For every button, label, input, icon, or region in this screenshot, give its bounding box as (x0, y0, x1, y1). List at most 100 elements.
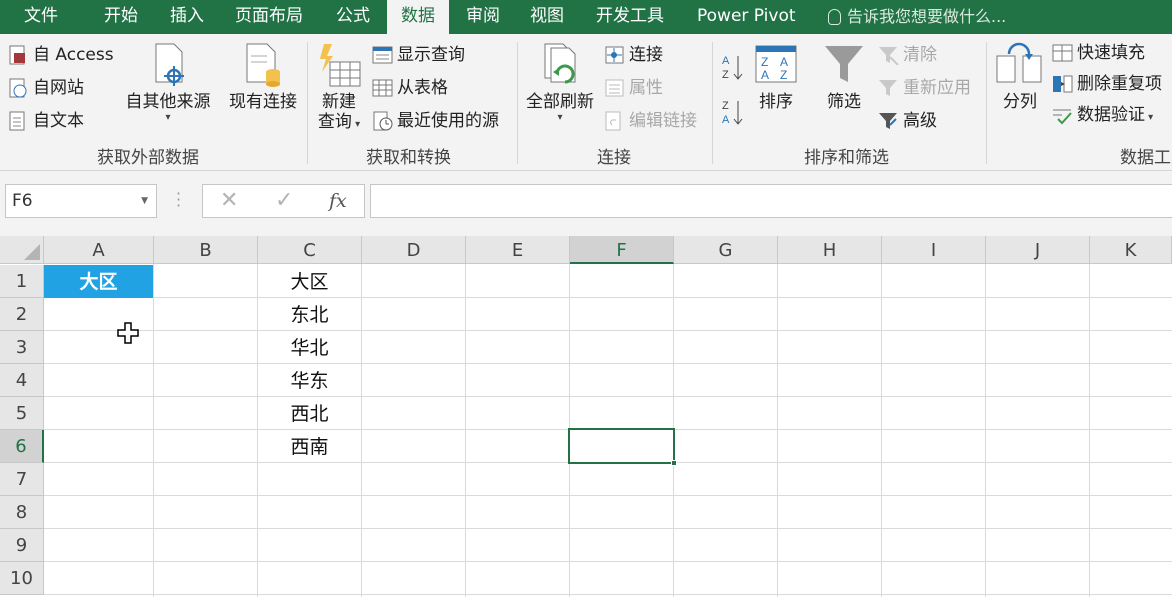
sort-az-button[interactable]: AZ (720, 52, 748, 86)
column-header-f[interactable]: F (570, 236, 674, 264)
gridline-vertical (1089, 264, 1090, 597)
fill-handle[interactable] (671, 460, 677, 466)
from-text-label: 自文本 (33, 111, 84, 131)
chevron-down-icon[interactable]: ▼ (141, 185, 148, 217)
active-cell-f6[interactable] (568, 428, 677, 466)
refresh-all-label: 全部刷新 (526, 92, 594, 112)
tab-view[interactable]: 视图 (530, 0, 564, 34)
sort-za-button[interactable]: ZA (720, 97, 748, 131)
column-header-a[interactable]: A (44, 236, 154, 264)
cross-cursor-icon (117, 322, 139, 344)
connections-label: 连接 (629, 45, 663, 65)
worksheet-grid[interactable]: ABCDEFGHIJK 1 2 3 4 5 6 7 8 9 10 大区 大区 东北 华北 华东 西… (0, 236, 1172, 597)
name-box[interactable]: F6 ▼ (5, 184, 157, 218)
row-header-7[interactable]: 7 (0, 463, 44, 496)
tab-developer[interactable]: 开发工具 (596, 0, 664, 34)
gridline-vertical (985, 264, 986, 597)
row-header-4[interactable]: 4 (0, 364, 44, 397)
row-header-5[interactable]: 5 (0, 397, 44, 430)
row-header-1[interactable]: 1 (0, 265, 44, 298)
connections-button[interactable]: 连接 (604, 45, 663, 65)
filter-button[interactable]: 筛选 (818, 42, 870, 112)
tab-insert[interactable]: 插入 (170, 0, 204, 34)
tab-page-layout[interactable]: 页面布局 (235, 0, 303, 34)
cell-c6[interactable]: 西南 (258, 430, 361, 463)
group-divider (307, 42, 308, 164)
gridline-horizontal (44, 396, 1172, 397)
row-header-8[interactable]: 8 (0, 496, 44, 529)
row-header-6[interactable]: 6 (0, 430, 44, 463)
row-header-10[interactable]: 10 (0, 562, 44, 595)
reapply-label: 重新应用 (903, 78, 971, 98)
tab-home[interactable]: 开始 (104, 0, 138, 34)
insert-function-icon[interactable]: fx (329, 190, 347, 212)
cell-c3[interactable]: 华北 (258, 331, 361, 364)
tell-me-search[interactable]: 告诉我您想要做什么... (828, 0, 1006, 34)
sort-ascending-icon: AZ (722, 55, 743, 81)
group-divider (517, 42, 518, 164)
column-header-b[interactable]: B (154, 236, 258, 264)
row-header-9[interactable]: 9 (0, 529, 44, 562)
existing-connections-button[interactable]: 现有连接 (222, 42, 304, 112)
show-queries-icon (372, 46, 393, 64)
tab-power-pivot[interactable]: Power Pivot (697, 0, 796, 34)
sort-button[interactable]: ZAAZ 排序 (750, 42, 802, 112)
recent-sources-button[interactable]: 最近使用的源 (372, 111, 499, 131)
edit-links-button[interactable]: 编辑链接 (604, 111, 697, 131)
cell-a1[interactable]: 大区 (44, 265, 153, 298)
gridline-vertical (465, 264, 466, 597)
existing-connections-label: 现有连接 (229, 92, 297, 112)
clear-filter-button[interactable]: 清除 (878, 45, 937, 65)
column-header-d[interactable]: D (362, 236, 466, 264)
sort-label: 排序 (759, 92, 793, 112)
enter-check-icon[interactable]: ✓ (275, 188, 293, 213)
row-header-2[interactable]: 2 (0, 298, 44, 331)
new-query-label-2: 查询 (317, 112, 352, 132)
column-header-c[interactable]: C (258, 236, 362, 264)
other-sources-button[interactable]: 自其他来源 ▾ (120, 42, 216, 123)
column-header-j[interactable]: J (986, 236, 1090, 264)
remove-duplicates-label: 删除重复项 (1077, 74, 1162, 94)
properties-button[interactable]: 属性 (604, 78, 663, 98)
show-queries-button[interactable]: 显示查询 (372, 45, 465, 65)
other-sources-icon (155, 43, 184, 86)
tab-formulas[interactable]: 公式 (336, 0, 370, 34)
column-header-i[interactable]: I (882, 236, 986, 264)
refresh-all-button[interactable]: 全部刷新 ▾ (522, 42, 598, 123)
cancel-icon[interactable]: ✕ (220, 188, 238, 213)
new-query-button[interactable]: 新建 查询 ▾ (312, 42, 366, 135)
tab-file[interactable]: 文件 (24, 0, 58, 34)
from-web-button[interactable]: 自网站 (8, 78, 84, 98)
from-access-button[interactable]: 自 Access (8, 45, 114, 65)
select-all-button[interactable] (0, 236, 44, 264)
tab-data[interactable]: 数据 (387, 0, 449, 34)
column-header-k[interactable]: K (1090, 236, 1172, 264)
group-divider (712, 42, 713, 164)
text-to-columns-button[interactable]: 分列 (994, 42, 1046, 112)
flash-fill-button[interactable]: 快速填充 (1052, 43, 1145, 63)
tab-review[interactable]: 审阅 (466, 0, 500, 34)
group-label-data-tools: 数据工 (1120, 148, 1171, 168)
column-header-g[interactable]: G (674, 236, 778, 264)
advanced-filter-button[interactable]: 高级 (878, 111, 937, 131)
remove-duplicates-button[interactable]: 删除重复项 (1052, 74, 1162, 94)
row-header-3[interactable]: 3 (0, 331, 44, 364)
formula-input[interactable] (370, 184, 1172, 218)
column-header-h[interactable]: H (778, 236, 882, 264)
cell-c5[interactable]: 西北 (258, 397, 361, 430)
from-text-button[interactable]: 自文本 (8, 111, 84, 131)
remove-duplicates-icon (1053, 75, 1073, 93)
existing-connections-icon (246, 43, 280, 87)
chevron-down-icon: ▾ (557, 112, 563, 123)
formula-bar-grip-icon[interactable]: · · · (176, 186, 181, 214)
from-table-button[interactable]: 从表格 (372, 78, 448, 98)
cell-c4[interactable]: 华东 (258, 364, 361, 397)
reapply-button[interactable]: 重新应用 (878, 78, 971, 98)
data-validation-button[interactable]: 数据验证 ▾ (1052, 105, 1153, 128)
edit-links-icon (605, 111, 621, 131)
advanced-filter-icon (879, 113, 897, 129)
refresh-icon (544, 43, 576, 84)
column-header-e[interactable]: E (466, 236, 570, 264)
cell-c1[interactable]: 大区 (258, 265, 361, 298)
cell-c2[interactable]: 东北 (258, 298, 361, 331)
